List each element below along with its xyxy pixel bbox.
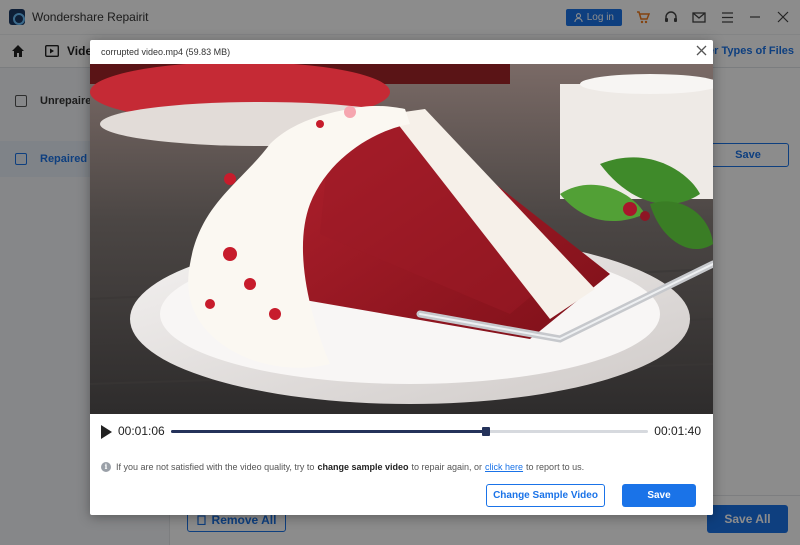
change-sample-inline[interactable]: change sample video [317, 462, 408, 472]
file-name: corrupted video.mp4 [101, 47, 184, 57]
play-icon[interactable] [101, 425, 112, 439]
progress-fill [171, 430, 486, 433]
change-sample-video-button[interactable]: Change Sample Video [486, 484, 605, 507]
save-button[interactable]: Save [622, 484, 696, 507]
close-icon[interactable] [694, 44, 708, 58]
progress-track[interactable] [171, 427, 648, 436]
dialog-header: corrupted video.mp4 (59.83 MB) [90, 40, 713, 64]
video-frame[interactable] [90, 64, 713, 414]
current-time: 00:01:06 [118, 424, 165, 438]
video-frame-image [90, 64, 713, 414]
notice-suffix: to report to us. [526, 462, 585, 472]
notice-prefix: If you are not satisfied with the video … [116, 462, 315, 472]
video-preview-dialog: corrupted video.mp4 (59.83 MB) 00:01:06 … [90, 40, 713, 515]
file-size: (59.83 MB) [185, 47, 231, 57]
progress-handle[interactable] [481, 427, 490, 436]
quality-notice: i If you are not satisfied with the vide… [101, 462, 584, 472]
info-icon: i [101, 462, 111, 472]
video-player-controls: 00:01:06 00:01:40 [90, 422, 713, 442]
click-here-link[interactable]: click here [485, 462, 523, 472]
total-time: 00:01:40 [654, 424, 701, 438]
notice-middle: to repair again, or [411, 462, 483, 472]
